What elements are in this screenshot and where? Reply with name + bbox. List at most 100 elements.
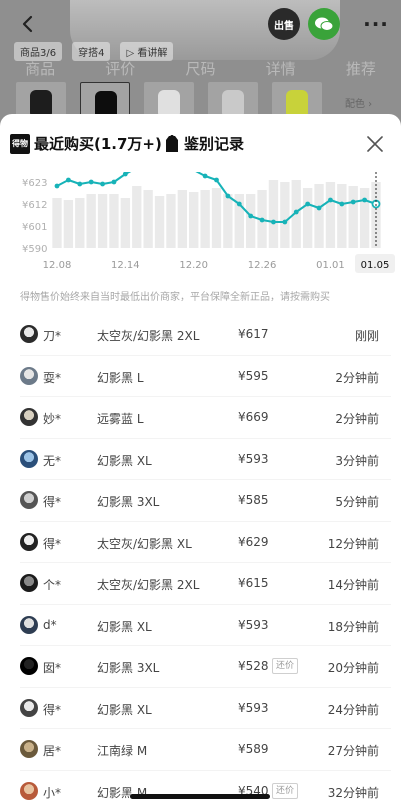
chart-bar <box>371 182 381 248</box>
price-point <box>225 193 231 199</box>
purchase-time: 5分钟前 <box>335 495 379 509</box>
buyer-name: 得* <box>43 702 62 717</box>
purchase-list: 刀* 太空灰/幻影黑 2XL ¥617 刚刚 耍* 幻影黑 L ¥595 2分钟前 妙* 远雾蓝 … <box>0 314 401 800</box>
purchase-price: ¥615 <box>238 576 269 590</box>
sheet-header: 得物 最近购买(1.7万+) 鉴别记录 <box>0 114 401 172</box>
purchase-time: 24分钟前 <box>327 702 379 717</box>
price-point <box>350 199 356 205</box>
tab-recommend[interactable]: 推荐 <box>346 58 376 79</box>
purchase-row: 囡* 幻影黑 3XL ¥528 还价 20分钟前 <box>0 646 401 688</box>
buyer-name: 得* <box>43 495 62 509</box>
user-avatar <box>20 532 38 551</box>
x-tick-label: 12.26 <box>248 260 277 271</box>
buyer-name: 个* <box>43 578 62 592</box>
price-point <box>111 179 117 185</box>
price-point <box>54 183 60 189</box>
tab-recent-purchases[interactable]: 得物 最近购买(1.7万+) <box>10 133 162 154</box>
tab-size[interactable]: 尺码 <box>185 58 215 79</box>
purchase-sku: 幻影黑 L <box>97 370 144 385</box>
chart-bar <box>280 182 290 248</box>
tab-authentication-label: 鉴别记录 <box>184 135 245 153</box>
price-point <box>328 197 333 203</box>
tab-details[interactable]: 详情 <box>266 58 296 79</box>
highlight-x-label: 01.05 <box>361 260 390 271</box>
more-dots-icon: ··· <box>363 12 389 36</box>
purchase-row: 个* 太空灰/幻影黑 2XL ¥615 14分钟前 <box>0 563 401 605</box>
dewu-logo-icon: 得物 <box>10 133 30 154</box>
price-point <box>259 217 265 223</box>
user-avatar <box>20 408 38 426</box>
price-point <box>339 201 345 207</box>
buyer-name: 妙* <box>43 412 62 426</box>
jacket-icon <box>166 134 178 152</box>
purchase-time: 2分钟前 <box>335 412 379 426</box>
purchase-row: 无* 幻影黑 XL ¥593 3分钟前 <box>0 439 401 481</box>
purchase-time: 3分钟前 <box>335 453 379 468</box>
buyer-name: 囡* <box>43 661 62 675</box>
purchase-price: ¥593 <box>238 700 269 715</box>
more-colors-link[interactable]: 配色 › <box>345 95 372 110</box>
price-point <box>248 213 254 219</box>
chart-bar <box>86 194 96 248</box>
purchase-time: 12分钟前 <box>327 536 379 551</box>
chart-bar <box>268 180 279 248</box>
chart-bar <box>75 198 85 248</box>
purchase-row: 居* 江南绿 M ¥589 27分钟前 <box>0 729 401 771</box>
purchase-row: 妙* 远雾蓝 L ¥669 2分钟前 <box>0 397 401 439</box>
home-indicator <box>130 794 270 799</box>
purchase-row: 得* 幻影黑 XL ¥593 24分钟前 <box>0 688 401 730</box>
more-button[interactable]: ··· <box>360 8 392 40</box>
purchase-row: 耍* 幻影黑 L ¥595 2分钟前 <box>0 356 401 398</box>
purchase-time: 刚刚 <box>354 329 379 343</box>
purchase-price: ¥669 <box>238 410 269 424</box>
buyer-name: 耍* <box>43 370 62 385</box>
sell-button[interactable]: 出售 <box>268 8 300 40</box>
y-tick-label: ¥612 <box>22 200 47 211</box>
chart-bar <box>189 192 199 248</box>
purchase-sku: 太空灰/幻影黑 2XL <box>97 329 200 343</box>
chart-bar <box>120 198 131 248</box>
purchase-price: ¥595 <box>238 368 269 383</box>
purchase-price: ¥593 <box>238 451 269 466</box>
share-wechat-button[interactable] <box>308 8 340 40</box>
chart-bar <box>302 188 313 248</box>
purchase-price: ¥585 <box>238 493 269 507</box>
y-tick-label: ¥601 <box>22 222 47 233</box>
buyer-name: 小* <box>43 785 62 800</box>
purchase-time: 32分钟前 <box>327 785 379 800</box>
chart-bar <box>337 184 347 248</box>
close-icon <box>367 136 383 152</box>
purchase-sku: 太空灰/幻影黑 2XL <box>97 578 200 592</box>
counter-offer-badge: 还价 <box>272 782 299 799</box>
chart-bar <box>166 194 176 248</box>
purchase-price: ¥528 <box>238 659 269 673</box>
price-point <box>282 219 288 225</box>
chart-bar <box>63 200 74 248</box>
back-button[interactable] <box>12 8 44 40</box>
tab-reviews[interactable]: 评价 <box>105 58 135 79</box>
purchase-time: 20分钟前 <box>327 661 379 675</box>
buyer-name: 居* <box>43 744 62 758</box>
user-avatar <box>20 325 38 343</box>
price-point <box>236 201 242 207</box>
chart-bar <box>211 188 222 248</box>
tab-authentication-records[interactable]: 鉴别记录 <box>165 133 244 154</box>
chevron-left-icon <box>22 15 33 33</box>
buyer-name: d* <box>43 617 57 632</box>
purchase-row: 刀* 太空灰/幻影黑 2XL ¥617 刚刚 <box>0 314 401 356</box>
tab-recent-purchases-label: 最近购买(1.7万+) <box>34 135 162 153</box>
price-point <box>305 201 311 207</box>
close-button[interactable] <box>364 133 386 155</box>
purchase-history-sheet: 得物 最近购买(1.7万+) 鉴别记录 ¥623 ¥612 ¥601 ¥590 12.0… <box>0 114 401 800</box>
y-tick-label: ¥623 <box>22 178 47 189</box>
purchase-row: d* 幻影黑 XL ¥593 18分钟前 <box>0 605 401 647</box>
purchase-sku: 幻影黑 XL <box>97 702 152 717</box>
sell-button-label: 出售 <box>274 20 294 32</box>
purchase-sku: 太空灰/幻影黑 XL <box>97 536 192 551</box>
chart-bar <box>143 190 153 248</box>
tab-product[interactable]: 商品 <box>25 58 55 79</box>
purchase-sku: 幻影黑 XL <box>97 453 152 468</box>
price-point <box>214 177 219 183</box>
purchase-price: ¥629 <box>238 534 269 549</box>
purchase-price: ¥593 <box>238 617 269 632</box>
